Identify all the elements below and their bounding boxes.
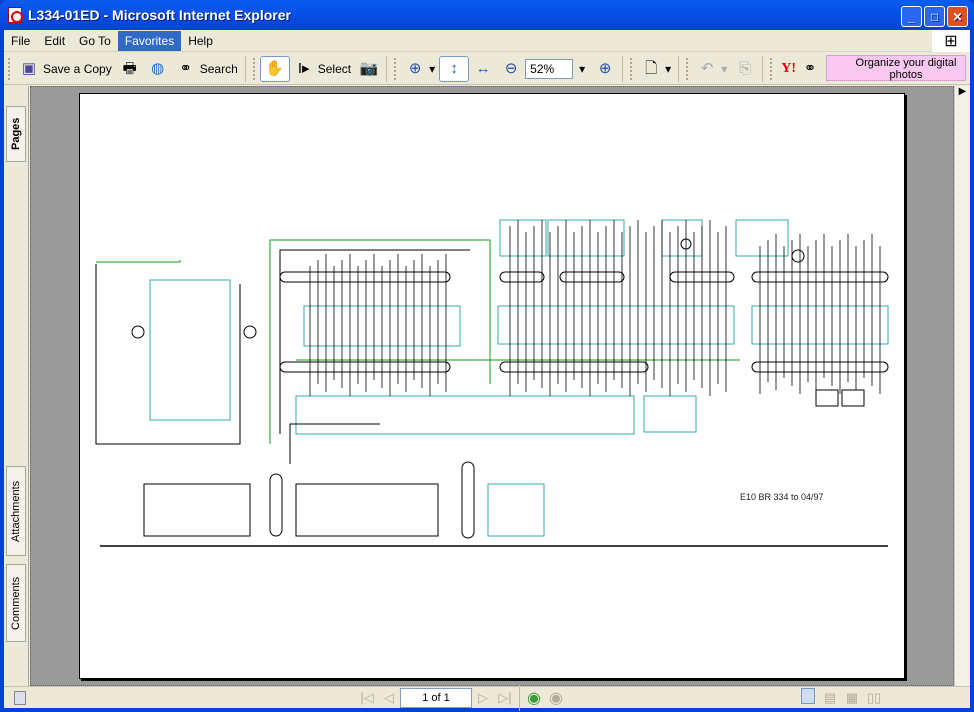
camera-icon: 📷 — [359, 59, 379, 77]
plus-circle-icon: ⊕ — [598, 59, 612, 77]
menu-edit[interactable]: Edit — [37, 31, 72, 51]
maximize-button[interactable]: □ — [924, 6, 945, 27]
windows-logo-icon: ⊞ — [932, 30, 970, 52]
status-bar: |◁ ◁ 1 of 1 ▷ ▷| ◉ ◉ ▤ ▦ ▯▯ — [4, 684, 970, 711]
tab-attachments[interactable]: Attachments — [6, 466, 26, 556]
single-page-layout-button[interactable] — [797, 688, 819, 707]
minimize-button[interactable]: _ — [901, 6, 922, 27]
print-button[interactable]: 🖶 — [116, 56, 144, 82]
minus-circle-icon: ⊖ — [504, 59, 518, 77]
wiring-diagram — [95, 219, 889, 547]
fit-page-icon: ↕ — [450, 59, 458, 77]
menu-file[interactable]: File — [4, 31, 37, 51]
ie-window: L334-01ED - Microsoft Internet Explorer … — [0, 0, 974, 712]
zoom-out-button[interactable]: ⊖ — [497, 56, 525, 82]
rotate-button[interactable]: 🗋 ▾ — [637, 56, 675, 82]
previous-view-button[interactable]: ◉ — [523, 688, 545, 708]
navigation-panel: Pages Attachments Comments — [4, 86, 29, 686]
zoom-in-button[interactable]: ⊕ — [591, 56, 619, 82]
zoom-in-tool-button[interactable]: ⊕ ▾ — [401, 56, 439, 82]
hand-tool-button[interactable]: ✋ — [259, 55, 290, 82]
email-button[interactable]: ◍ — [144, 56, 172, 82]
tab-comments[interactable]: Comments — [6, 564, 26, 642]
undo-button[interactable]: ↶ ▾ — [693, 56, 731, 82]
panel-toggle-icon[interactable] — [14, 690, 26, 705]
organize-photos-ad-button[interactable]: Organize your digital photos — [826, 55, 966, 81]
search-button[interactable]: ⚭ Search — [172, 56, 242, 82]
snapshot-button[interactable]: 📷 — [355, 56, 383, 82]
continuous-layout-button[interactable]: ▤ — [819, 690, 841, 706]
magnifier-icon: ⊕ — [408, 59, 422, 77]
undo-icon: ↶ — [700, 59, 714, 77]
last-page-button[interactable]: ▷| — [494, 690, 516, 706]
tab-pages[interactable]: Pages — [6, 106, 26, 162]
facing-layout-button[interactable]: ▦ — [841, 690, 863, 706]
window-title: L334-01ED - Microsoft Internet Explorer — [28, 7, 291, 23]
globe-mail-icon: ◍ — [151, 59, 165, 77]
printer-icon: 🖶 — [122, 59, 137, 77]
zoom-input[interactable]: 52% — [525, 58, 574, 79]
menu-help[interactable]: Help — [181, 31, 220, 51]
fit-page-button[interactable]: ↕ — [439, 55, 470, 82]
fit-width-icon: ↔ — [475, 59, 491, 77]
fit-width-button[interactable]: ↔ — [469, 56, 497, 82]
toolbar: ▣ Save a Copy 🖶 ◍ ⚭ Search ✋ I▸ Select 📷 ⊕ ▾… — [4, 53, 970, 85]
page-number-input[interactable]: 1 of 1 — [400, 687, 472, 708]
title-bar: L334-01ED - Microsoft Internet Explorer … — [0, 0, 974, 30]
binoculars-icon: ⚭ — [179, 59, 192, 77]
save-copy-button[interactable]: ▣ Save a Copy — [15, 56, 116, 82]
vertical-scrollbar[interactable]: ▶ — [954, 86, 970, 686]
yahoo-search-button[interactable]: Y! ⚭ — [777, 56, 824, 82]
menu-goto[interactable]: Go To — [72, 31, 118, 51]
first-page-button[interactable]: |◁ — [356, 690, 378, 706]
page-rotate-icon: 🗋 — [645, 59, 658, 77]
zoom-dropdown[interactable]: ▾ — [579, 62, 585, 76]
binoculars-icon: ⚭ — [803, 59, 817, 77]
floppy-icon: ▣ — [21, 59, 37, 77]
menu-bar: File Edit Go To Favorites Help ⊞ — [4, 30, 970, 52]
continuous-facing-layout-button[interactable]: ▯▯ — [863, 690, 885, 706]
next-page-button[interactable]: ▷ — [472, 690, 494, 706]
diagram-caption: E10 BR 334 to 04/97 — [740, 492, 824, 502]
expand-arrow-icon[interactable]: ▶ — [955, 86, 970, 97]
copy-button[interactable]: ⎘ — [731, 56, 759, 82]
next-view-button[interactable]: ◉ — [545, 688, 567, 708]
copy-icon: ⎘ — [739, 59, 752, 77]
select-tool-button[interactable]: I▸ Select — [290, 56, 355, 82]
text-cursor-icon: I▸ — [297, 59, 310, 77]
document-view[interactable]: E10 BR 334 to 04/97 — [30, 86, 954, 686]
previous-page-button[interactable]: ◁ — [378, 690, 400, 706]
menu-favorites[interactable]: Favorites — [117, 30, 182, 51]
close-button[interactable]: ✕ — [947, 6, 968, 27]
pdf-icon — [8, 7, 23, 23]
pdf-page: E10 BR 334 to 04/97 — [79, 93, 905, 679]
hand-icon: ✋ — [265, 59, 285, 77]
